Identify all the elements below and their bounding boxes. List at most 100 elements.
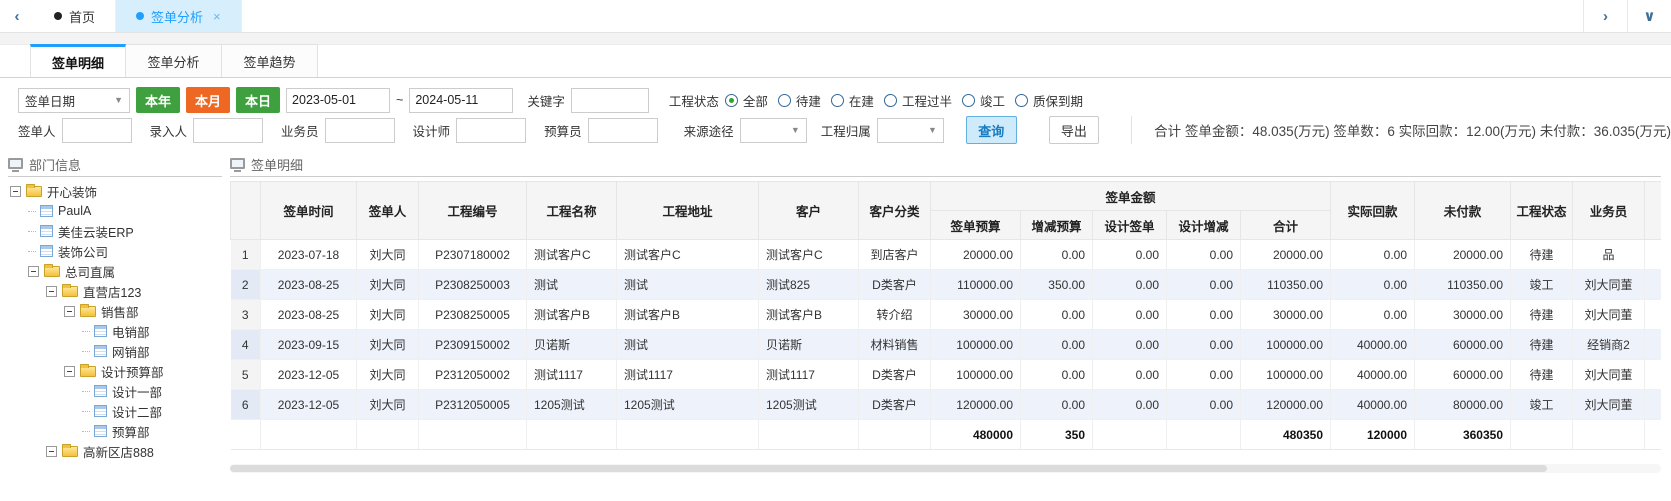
field-input-设计师[interactable] <box>456 118 526 143</box>
quick-button-本年[interactable]: 本年 <box>136 87 180 113</box>
horizontal-scrollbar[interactable] <box>230 464 1661 473</box>
field-input-录入人[interactable] <box>193 118 263 143</box>
date-separator: ~ <box>396 93 403 107</box>
date-to-input[interactable] <box>409 88 513 113</box>
table-cell: 测试客户B <box>527 300 617 330</box>
table-row[interactable]: 12023-07-18刘大同P2307180002测试客户C测试客户C测试客户C… <box>231 240 1662 270</box>
table-cell: 30000.00 <box>931 300 1021 330</box>
order-detail-panel-title: 签单明细 <box>230 155 1661 177</box>
field-input-业务员[interactable] <box>325 118 395 143</box>
tree-node-设计预算部[interactable]: 设计预算部 <box>8 361 222 381</box>
status-radio-竣工[interactable]: 竣工 <box>962 91 1005 110</box>
header-row-1: 签单时间签单人工程编号工程名称工程地址客户客户分类签单金额实际回款未付款工程状态… <box>231 182 1662 211</box>
totals-cell <box>261 420 357 450</box>
page-tab-签单分析[interactable]: 签单分析 <box>126 44 222 77</box>
table-cell: 40000.00 <box>1331 360 1415 390</box>
tree-node-销售部[interactable]: 销售部 <box>8 301 222 321</box>
table-row[interactable]: 52023-12-05刘大同P2312050002测试1117测试1117测试1… <box>231 360 1662 390</box>
tree-node-label: 销售部 <box>101 302 139 321</box>
tree-expand-icon[interactable] <box>64 306 75 317</box>
table-cell: 陈红 <box>1645 390 1662 420</box>
status-radio-group: 全部待建在建工程过半竣工质保到期 <box>725 91 1093 110</box>
table-cell: 刘大同董 <box>1573 300 1645 330</box>
status-radio-全部[interactable]: 全部 <box>725 91 768 110</box>
table-cell: 刘大同 <box>357 330 419 360</box>
page-tab-签单趋势[interactable]: 签单趋势 <box>222 44 318 77</box>
table-row[interactable]: 32023-08-25刘大同P2308250005测试客户B测试客户B测试客户B… <box>231 300 1662 330</box>
page-tab-签单明细[interactable]: 签单明细 <box>30 44 126 77</box>
tree-node-电销部[interactable]: 电销部 <box>8 321 222 341</box>
table-cell: 0.00 <box>1021 300 1093 330</box>
column-header-实际回款: 实际回款 <box>1331 182 1415 240</box>
table-cell: 40000.00 <box>1331 330 1415 360</box>
order-detail-panel: 签单明细 签单时间签单人工程编号工程名称工程地址客户客户分类签单金额实际回款未付… <box>222 149 1671 495</box>
belong-select[interactable]: ▼ <box>877 118 944 143</box>
tree-node-预算部[interactable]: 预算部 <box>8 421 222 441</box>
field-input-预算员[interactable] <box>588 118 658 143</box>
tree-node-设计一部[interactable]: 设计一部 <box>8 381 222 401</box>
status-radio-待建[interactable]: 待建 <box>778 91 821 110</box>
column-header-增减预算: 增减预算 <box>1021 211 1093 240</box>
tree-node-装饰公司[interactable]: 装饰公司 <box>8 241 222 261</box>
quick-button-本月[interactable]: 本月 <box>186 87 230 113</box>
tree-node-label: 网销部 <box>112 342 150 361</box>
totals-cell <box>1511 420 1573 450</box>
source-select[interactable]: ▼ <box>740 118 807 143</box>
tree-node-开心装饰[interactable]: 开心装饰 <box>8 181 222 201</box>
radio-icon <box>778 94 791 107</box>
table-cell: 0.00 <box>1167 330 1241 360</box>
status-radio-在建[interactable]: 在建 <box>831 91 874 110</box>
radio-icon <box>831 94 844 107</box>
table-row[interactable]: 62023-12-05刘大同P23120500051205测试1205测试120… <box>231 390 1662 420</box>
tabs-back-icon[interactable]: ‹ <box>0 0 34 32</box>
window-tab-首页[interactable]: 首页 <box>34 0 116 32</box>
table-cell: 0.00 <box>1093 360 1167 390</box>
status-radio-质保到期[interactable]: 质保到期 <box>1015 91 1083 110</box>
table-cell: 测试客户C <box>759 240 859 270</box>
tree-node-PaulA[interactable]: PaulA <box>8 201 222 221</box>
totals-summary: 合计 签单金额：48.035(万元) 签单数：6 实际回款：12.00(万元) … <box>1131 116 1671 144</box>
totals-cell <box>617 420 759 450</box>
table-cell: 待建 <box>1511 330 1573 360</box>
totals-cell: 480350 <box>1241 420 1331 450</box>
tree-node-高新区店888[interactable]: 高新区店888 <box>8 441 222 461</box>
scrollbar-thumb[interactable] <box>230 465 1547 472</box>
tree-expand-icon[interactable] <box>10 186 21 197</box>
tree-node-网销部[interactable]: 网销部 <box>8 341 222 361</box>
tree-expand-icon[interactable] <box>28 266 39 277</box>
totals-cell <box>419 420 527 450</box>
close-icon[interactable]: × <box>213 9 221 24</box>
table-row[interactable]: 42023-09-15刘大同P2309150002贝诺斯测试贝诺斯材料销售100… <box>231 330 1662 360</box>
query-button[interactable]: 查询 <box>966 116 1017 144</box>
tree-expand-icon[interactable] <box>46 446 57 457</box>
tree-expand-icon[interactable] <box>46 286 57 297</box>
tabs-collapse-icon[interactable]: ∨ <box>1627 0 1671 32</box>
tree-node-美佳云装ERP[interactable]: 美佳云装ERP <box>8 221 222 241</box>
table-row[interactable]: 22023-08-25刘大同P2308250003测试测试测试825D类客户11… <box>231 270 1662 300</box>
table-cell: 30000.00 <box>1241 300 1331 330</box>
export-button[interactable]: 导出 <box>1049 116 1100 144</box>
keyword-input[interactable] <box>571 88 649 113</box>
totals-cell <box>1645 420 1662 450</box>
table-cell: 刘大同 <box>357 360 419 390</box>
table-cell: 2023-09-15 <box>261 330 357 360</box>
date-type-select[interactable]: 签单日期 ▼ <box>18 88 130 113</box>
tree-expand-icon[interactable] <box>64 366 75 377</box>
field-input-签单人[interactable] <box>62 118 132 143</box>
status-radio-工程过半[interactable]: 工程过半 <box>884 91 952 110</box>
monitor-icon <box>230 158 245 169</box>
tree-node-设计二部[interactable]: 设计二部 <box>8 401 222 421</box>
tree-node-直营店123[interactable]: 直营店123 <box>8 281 222 301</box>
quick-button-本日[interactable]: 本日 <box>236 87 280 113</box>
window-tab-签单分析[interactable]: 签单分析× <box>116 0 242 32</box>
folder-icon <box>62 286 78 297</box>
tree-node-label: 设计预算部 <box>101 362 164 381</box>
main-area: 部门信息 开心装饰PaulA美佳云装ERP装饰公司总司直属直营店123销售部电销… <box>0 149 1671 495</box>
table-cell: 测试1117 <box>759 360 859 390</box>
table-cell: 0.00 <box>1331 240 1415 270</box>
date-from-input[interactable] <box>286 88 390 113</box>
row-number: 2 <box>231 270 261 300</box>
table-cell: 100000.00 <box>1241 360 1331 390</box>
tree-node-总司直属[interactable]: 总司直属 <box>8 261 222 281</box>
tabs-forward-icon[interactable]: › <box>1583 0 1627 32</box>
